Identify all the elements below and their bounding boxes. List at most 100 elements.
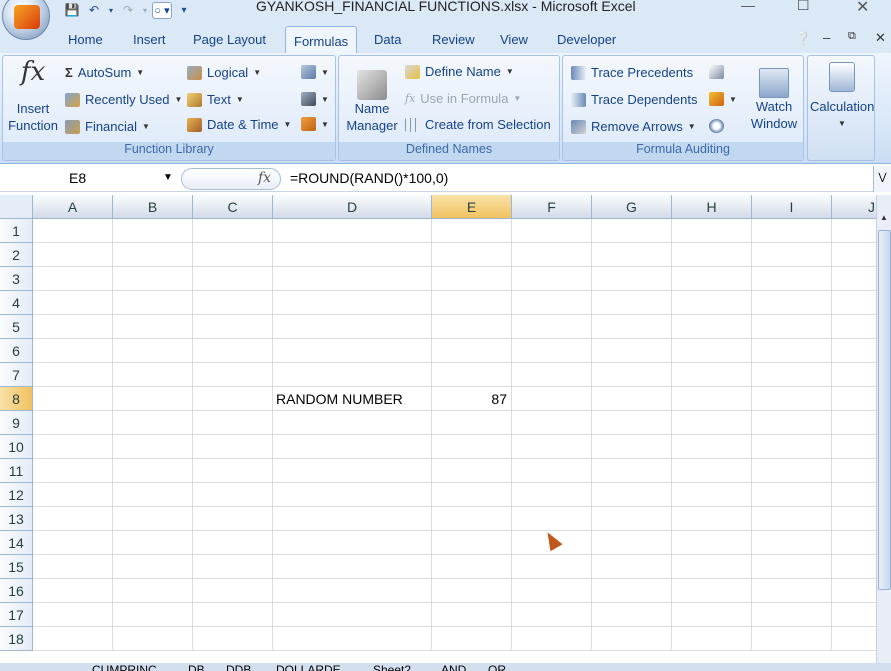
vertical-scrollbar[interactable]: ▲ — [876, 195, 891, 663]
text-button[interactable]: Text ▼ — [187, 92, 244, 107]
grid-cell[interactable] — [832, 363, 876, 387]
row-header[interactable]: 12 — [0, 483, 33, 507]
grid-cell[interactable] — [592, 555, 672, 579]
grid-cell[interactable] — [273, 603, 432, 627]
grid-cell[interactable] — [752, 291, 832, 315]
grid-cell[interactable] — [592, 579, 672, 603]
grid-cell[interactable] — [113, 411, 193, 435]
grid-cell[interactable] — [672, 603, 752, 627]
grid-cell[interactable] — [592, 315, 672, 339]
grid-cell[interactable] — [672, 507, 752, 531]
grid-cell[interactable] — [512, 363, 592, 387]
grid-cell[interactable] — [432, 603, 512, 627]
grid-cell[interactable] — [432, 435, 512, 459]
grid-cell[interactable] — [512, 387, 592, 411]
undo-dropdown-icon[interactable]: ▾ — [106, 1, 116, 19]
circle-shape-icon[interactable]: ○ ▾ — [152, 1, 172, 19]
row-header[interactable]: 6 — [0, 339, 33, 363]
name-manager-button[interactable]: Name Manager — [342, 70, 402, 134]
grid-cell[interactable] — [273, 483, 432, 507]
grid-cell[interactable] — [592, 243, 672, 267]
grid-cell[interactable] — [273, 219, 432, 243]
insert-function-button[interactable]: fx Insert Function — [7, 59, 59, 134]
grid-cell[interactable] — [273, 507, 432, 531]
row-header[interactable]: 8 — [0, 387, 33, 411]
grid-cell[interactable] — [113, 459, 193, 483]
row-header[interactable]: 3 — [0, 267, 33, 291]
grid-cell[interactable] — [512, 435, 592, 459]
grid-cell[interactable] — [113, 507, 193, 531]
row-header[interactable]: 17 — [0, 603, 33, 627]
row-header[interactable]: 10 — [0, 435, 33, 459]
grid-cell[interactable] — [592, 219, 672, 243]
grid-cell[interactable] — [432, 267, 512, 291]
ribbon-restore-icon[interactable]: ⧉ — [848, 30, 856, 43]
grid-cell[interactable] — [672, 411, 752, 435]
column-header-a[interactable]: A — [33, 195, 113, 219]
grid-cell[interactable] — [193, 315, 273, 339]
grid-cell[interactable] — [113, 387, 193, 411]
grid-cell[interactable] — [273, 459, 432, 483]
grid-cell[interactable] — [672, 243, 752, 267]
evaluate-formula-button[interactable] — [709, 119, 724, 133]
sheet-tab[interactable]: CUMPRINC — [92, 663, 157, 671]
column-header-e[interactable]: E — [432, 195, 512, 219]
grid-cell[interactable] — [512, 507, 592, 531]
grid-cell[interactable] — [113, 435, 193, 459]
grid-cell[interactable] — [273, 315, 432, 339]
ribbon-close-icon[interactable]: ✕ — [875, 30, 886, 46]
worksheet-grid[interactable]: A B C D E F G H I J 1 2 3 4 5 6 7 8 9 10 11 12 13 14 1… — [0, 195, 876, 663]
grid-cell[interactable] — [592, 435, 672, 459]
grid-cell[interactable] — [672, 483, 752, 507]
grid-cell[interactable] — [273, 363, 432, 387]
grid-cell[interactable] — [432, 411, 512, 435]
grid-cell[interactable] — [672, 291, 752, 315]
grid-cell[interactable] — [752, 579, 832, 603]
column-header-f[interactable]: F — [512, 195, 592, 219]
date-time-button[interactable]: Date & Time ▼ — [187, 117, 291, 132]
scroll-up-icon[interactable]: ▲ — [880, 213, 888, 222]
grid-cell[interactable] — [273, 339, 432, 363]
grid-cell[interactable] — [752, 339, 832, 363]
grid-cell[interactable] — [193, 531, 273, 555]
grid-cell[interactable] — [752, 363, 832, 387]
autosum-button[interactable]: Σ AutoSum ▼ — [65, 65, 144, 80]
minimize-icon[interactable]: — — [741, 0, 755, 13]
grid-cell[interactable] — [432, 243, 512, 267]
grid-cell[interactable] — [33, 459, 113, 483]
help-icon[interactable]: ❔ — [795, 31, 811, 47]
grid-cell[interactable] — [832, 627, 876, 651]
grid-cell[interactable] — [113, 315, 193, 339]
grid-cell[interactable] — [193, 291, 273, 315]
grid-cell[interactable] — [113, 603, 193, 627]
grid-cell[interactable] — [512, 627, 592, 651]
row-header[interactable]: 13 — [0, 507, 33, 531]
remove-arrows-button[interactable]: Remove Arrows ▼ — [571, 119, 696, 134]
grid-cell[interactable] — [752, 483, 832, 507]
define-name-button[interactable]: Define Name ▼ — [405, 64, 514, 79]
grid-cell[interactable] — [113, 579, 193, 603]
grid-cell[interactable] — [432, 315, 512, 339]
grid-cell[interactable] — [33, 291, 113, 315]
grid-cell[interactable] — [832, 291, 876, 315]
grid-cell[interactable] — [193, 387, 273, 411]
tab-home[interactable]: Home — [68, 32, 103, 47]
cell-e8[interactable]: 87 — [432, 387, 512, 411]
grid-cell[interactable] — [832, 603, 876, 627]
grid-cell[interactable] — [752, 243, 832, 267]
grid-cell[interactable] — [592, 387, 672, 411]
grid-cell[interactable] — [33, 579, 113, 603]
grid-cell[interactable] — [432, 459, 512, 483]
grid-cell[interactable] — [592, 627, 672, 651]
grid-cell[interactable] — [672, 267, 752, 291]
grid-cell[interactable] — [512, 579, 592, 603]
sheet-tab[interactable]: DDB — [226, 663, 251, 671]
grid-cell[interactable] — [512, 483, 592, 507]
tab-review[interactable]: Review — [432, 32, 475, 47]
grid-cell[interactable] — [273, 555, 432, 579]
grid-cell[interactable] — [752, 411, 832, 435]
grid-cell[interactable] — [832, 531, 876, 555]
row-header[interactable]: 7 — [0, 363, 33, 387]
grid-cell[interactable] — [193, 603, 273, 627]
tab-data[interactable]: Data — [374, 32, 401, 47]
